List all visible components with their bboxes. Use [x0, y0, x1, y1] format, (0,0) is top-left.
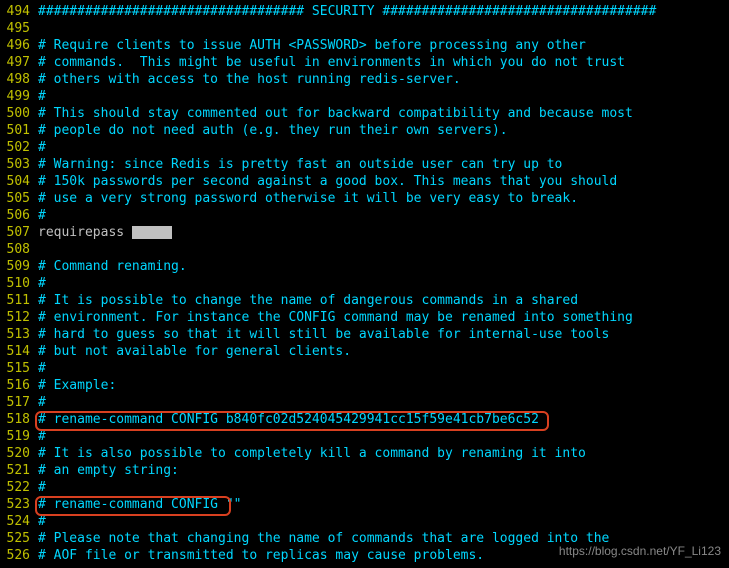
- line-number: 500: [0, 105, 30, 122]
- code-editor: 494 ################################## SE…: [0, 0, 729, 564]
- line-number: 496: [0, 37, 30, 54]
- line-content: requirepass: [38, 224, 172, 241]
- line-content: # It is possible to change the name of d…: [38, 292, 578, 309]
- code-line: 497 # commands. This might be useful in e…: [0, 54, 729, 71]
- watermark: https://blog.csdn.net/YF_Li123: [559, 543, 721, 560]
- code-line: 523 # rename-command CONFIG "": [0, 496, 729, 513]
- code-line: 501 # people do not need auth (e.g. they …: [0, 122, 729, 139]
- line-content: # Warning: since Redis is pretty fast an…: [38, 156, 562, 173]
- code-line: 516 # Example:: [0, 377, 729, 394]
- code-line: 494 ################################## SE…: [0, 3, 729, 20]
- code-line: 506 #: [0, 207, 729, 224]
- code-line: 522 #: [0, 479, 729, 496]
- line-content: #: [38, 88, 46, 105]
- code-line: 510 #: [0, 275, 729, 292]
- line-number: 514: [0, 343, 30, 360]
- line-number: 522: [0, 479, 30, 496]
- code-line: 524 #: [0, 513, 729, 530]
- line-content: # Require clients to issue AUTH <PASSWOR…: [38, 37, 586, 54]
- code-line: 495: [0, 20, 729, 37]
- line-number: 521: [0, 462, 30, 479]
- line-number: 515: [0, 360, 30, 377]
- line-number: 518: [0, 411, 30, 428]
- line-content: #: [38, 207, 46, 224]
- code-line: 518 # rename-command CONFIG b840fc02d5240…: [0, 411, 729, 428]
- line-content: #: [38, 275, 46, 292]
- line-number: 497: [0, 54, 30, 71]
- line-content: # environment. For instance the CONFIG c…: [38, 309, 633, 326]
- line-number: 498: [0, 71, 30, 88]
- code-line: 496 # Require clients to issue AUTH <PASS…: [0, 37, 729, 54]
- code-line: 503 # Warning: since Redis is pretty fast…: [0, 156, 729, 173]
- line-content: # use a very strong password otherwise i…: [38, 190, 578, 207]
- code-line: 521 # an empty string:: [0, 462, 729, 479]
- line-number: 507: [0, 224, 30, 241]
- line-number: 509: [0, 258, 30, 275]
- code-line: 502 #: [0, 139, 729, 156]
- line-content: # Please note that changing the name of …: [38, 530, 609, 547]
- line-content: #: [38, 428, 46, 445]
- code-line: 520 # It is also possible to completely k…: [0, 445, 729, 462]
- line-content: #: [38, 479, 46, 496]
- line-number: 495: [0, 20, 30, 37]
- line-content: # This should stay commented out for bac…: [38, 105, 633, 122]
- line-content: #: [38, 394, 46, 411]
- code-line: 517 #: [0, 394, 729, 411]
- line-number: 523: [0, 496, 30, 513]
- line-content: # an empty string:: [38, 462, 179, 479]
- line-number: 494: [0, 3, 30, 20]
- redacted-password: [132, 226, 172, 239]
- code-line: 498 # others with access to the host runn…: [0, 71, 729, 88]
- line-content: # Example:: [38, 377, 116, 394]
- line-number: 525: [0, 530, 30, 547]
- line-content: # people do not need auth (e.g. they run…: [38, 122, 508, 139]
- line-content: # others with access to the host running…: [38, 71, 461, 88]
- code-line: 519 #: [0, 428, 729, 445]
- line-content: # rename-command CONFIG b840fc02d5240454…: [38, 411, 539, 428]
- line-number: 526: [0, 547, 30, 564]
- line-content: #: [38, 360, 46, 377]
- line-number: 512: [0, 309, 30, 326]
- line-number: 503: [0, 156, 30, 173]
- line-number: 511: [0, 292, 30, 309]
- code-line: 499 #: [0, 88, 729, 105]
- line-number: 524: [0, 513, 30, 530]
- code-line: 500 # This should stay commented out for …: [0, 105, 729, 122]
- line-content: #: [38, 139, 46, 156]
- line-content: # It is also possible to completely kill…: [38, 445, 586, 462]
- code-line: 504 # 150k passwords per second against a…: [0, 173, 729, 190]
- code-line: 505 # use a very strong password otherwis…: [0, 190, 729, 207]
- line-number: 506: [0, 207, 30, 224]
- line-number: 501: [0, 122, 30, 139]
- line-number: 508: [0, 241, 30, 258]
- line-content: # hard to guess so that it will still be…: [38, 326, 609, 343]
- line-content: # but not available for general clients.: [38, 343, 351, 360]
- code-line: 515 #: [0, 360, 729, 377]
- code-line: 507 requirepass: [0, 224, 729, 241]
- line-number: 505: [0, 190, 30, 207]
- line-number: 499: [0, 88, 30, 105]
- line-number: 513: [0, 326, 30, 343]
- line-content: # rename-command CONFIG "": [38, 496, 242, 513]
- line-number: 519: [0, 428, 30, 445]
- line-number: 516: [0, 377, 30, 394]
- code-line: 511 # It is possible to change the name o…: [0, 292, 729, 309]
- line-number: 502: [0, 139, 30, 156]
- line-content: # 150k passwords per second against a go…: [38, 173, 617, 190]
- code-line: 508: [0, 241, 729, 258]
- code-line: 514 # but not available for general clien…: [0, 343, 729, 360]
- line-number: 504: [0, 173, 30, 190]
- line-content: ################################## SECUR…: [38, 3, 656, 20]
- line-content: # commands. This might be useful in envi…: [38, 54, 625, 71]
- line-content: # Command renaming.: [38, 258, 187, 275]
- code-line: 512 # environment. For instance the CONFI…: [0, 309, 729, 326]
- code-line: 513 # hard to guess so that it will still…: [0, 326, 729, 343]
- line-content: #: [38, 513, 46, 530]
- line-number: 520: [0, 445, 30, 462]
- line-number: 517: [0, 394, 30, 411]
- code-line: 509 # Command renaming.: [0, 258, 729, 275]
- line-number: 510: [0, 275, 30, 292]
- line-content: # AOF file or transmitted to replicas ma…: [38, 547, 484, 564]
